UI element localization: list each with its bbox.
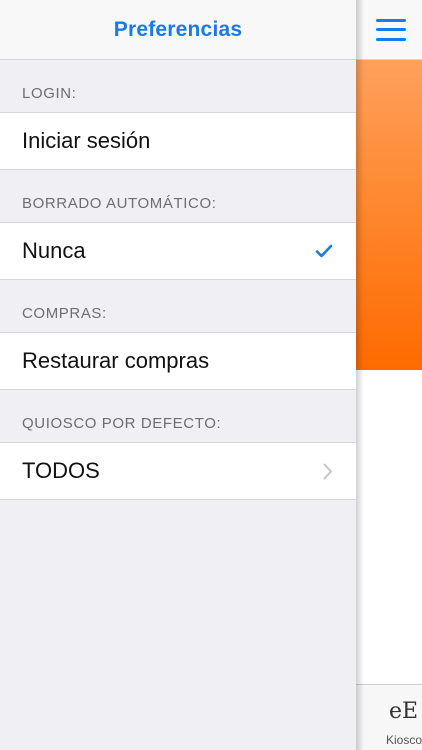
page-title: Preferencias — [113, 17, 243, 41]
section-header-default-kiosk: QUIOSCO POR DEFECTO: — [22, 415, 222, 432]
auto-delete-cell[interactable]: Nunca — [0, 222, 356, 280]
auto-delete-cell-label: Nunca — [22, 238, 86, 263]
hamburger-menu-icon[interactable] — [376, 18, 406, 41]
kiosk-tab-logo[interactable]: eE — [389, 699, 418, 724]
main-content-area: eE Kiosco — [356, 0, 422, 750]
restore-purchases-cell-label: Restaurar compras — [22, 348, 210, 373]
preferences-navbar: Preferencias — [0, 0, 356, 60]
main-navbar — [356, 0, 422, 60]
orange-banner — [356, 60, 422, 370]
login-cell-label: Iniciar sesión — [22, 128, 151, 153]
preferences-panel: Preferencias LOGIN: Iniciar sesión BORRA… — [0, 0, 356, 750]
section-header-login: LOGIN: — [22, 85, 77, 102]
default-kiosk-cell[interactable]: TODOS — [0, 442, 356, 500]
section-header-auto-delete: BORRADO AUTOMÁTICO: — [22, 195, 217, 212]
kiosk-tab-label[interactable]: Kiosco — [386, 733, 422, 747]
default-kiosk-cell-label: TODOS — [22, 458, 100, 483]
section-header-purchases: COMPRAS: — [22, 305, 107, 322]
chevron-right-icon — [322, 462, 334, 480]
restore-purchases-cell[interactable]: Restaurar compras — [0, 332, 356, 390]
checkmark-icon — [314, 243, 334, 259]
login-cell[interactable]: Iniciar sesión — [0, 112, 356, 170]
bottom-tab-bar: eE Kiosco — [356, 684, 422, 750]
